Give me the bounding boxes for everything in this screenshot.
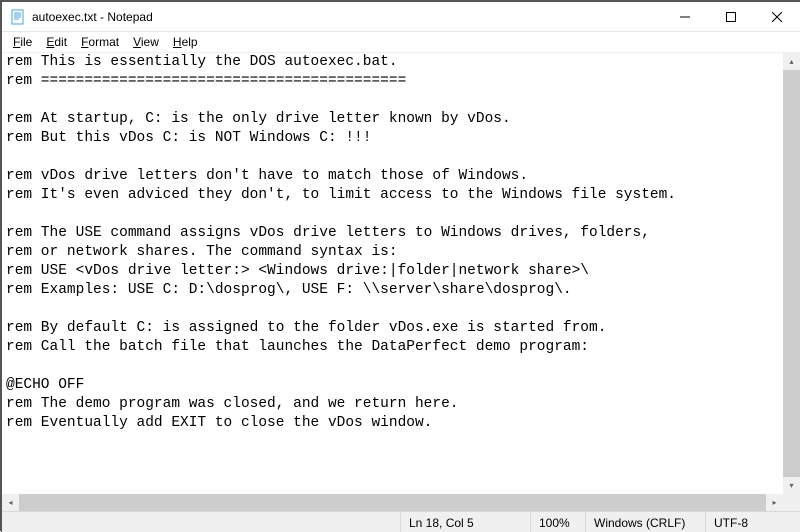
status-bar: Ln 18, Col 5 100% Windows (CRLF) UTF-8 — [2, 511, 800, 532]
menu-bar: File Edit Format View Help — [2, 32, 800, 52]
scroll-corner — [783, 494, 800, 511]
menu-view[interactable]: View — [126, 34, 166, 50]
scroll-v-track[interactable] — [783, 70, 800, 477]
status-position: Ln 18, Col 5 — [400, 512, 530, 532]
status-spacer — [2, 512, 400, 532]
text-editor[interactable]: rem This is essentially the DOS autoexec… — [2, 53, 783, 494]
window-title: autoexec.txt - Notepad — [32, 10, 153, 24]
vertical-scrollbar[interactable]: ▴ ▾ — [783, 53, 800, 494]
scroll-up-icon[interactable]: ▴ — [783, 53, 800, 70]
menu-edit[interactable]: Edit — [39, 34, 74, 50]
title-bar: autoexec.txt - Notepad — [2, 2, 800, 32]
scroll-v-thumb[interactable] — [783, 70, 800, 477]
menu-help[interactable]: Help — [166, 34, 205, 50]
scroll-right-icon[interactable]: ▸ — [766, 494, 783, 511]
status-encoding: UTF-8 — [705, 512, 800, 532]
menu-file[interactable]: File — [6, 34, 39, 50]
scroll-h-track[interactable] — [19, 494, 766, 511]
status-zoom: 100% — [530, 512, 585, 532]
horizontal-scrollbar[interactable]: ◂ ▸ — [2, 494, 783, 511]
scroll-down-icon[interactable]: ▾ — [783, 477, 800, 494]
scroll-left-icon[interactable]: ◂ — [2, 494, 19, 511]
close-button[interactable] — [754, 2, 800, 32]
menu-format[interactable]: Format — [74, 34, 126, 50]
notepad-icon — [10, 9, 26, 25]
maximize-button[interactable] — [708, 2, 754, 32]
status-line-ending: Windows (CRLF) — [585, 512, 705, 532]
editor-area: rem This is essentially the DOS autoexec… — [2, 52, 800, 511]
minimize-button[interactable] — [662, 2, 708, 32]
scroll-h-thumb[interactable] — [19, 494, 766, 511]
